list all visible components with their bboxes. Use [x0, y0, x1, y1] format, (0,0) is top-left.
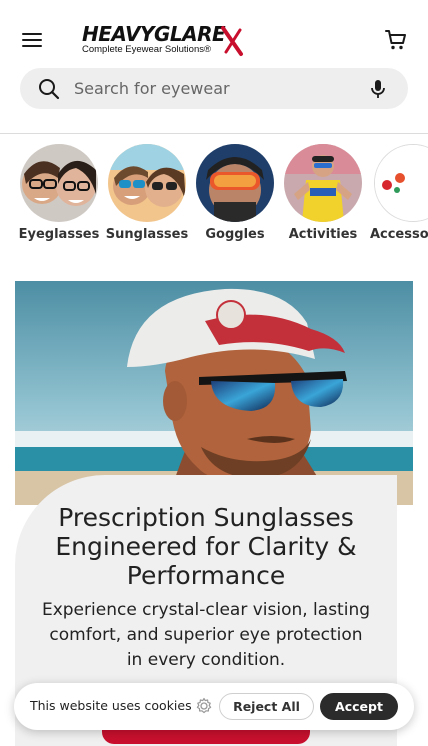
- logo-x-mark-icon: [221, 26, 243, 56]
- header-divider: [0, 133, 428, 134]
- logo-tagline: Complete Eyewear Solutions®: [82, 44, 211, 55]
- reject-all-button[interactable]: Reject All: [219, 693, 314, 720]
- gear-icon[interactable]: [195, 697, 213, 715]
- site-logo[interactable]: HEAVYGLARE Complete Eyewear Solutions®: [80, 22, 244, 62]
- category-accessories[interactable]: Accessories: [369, 143, 428, 243]
- microphone-icon[interactable]: [366, 77, 390, 101]
- sunglasses-thumbnail: [108, 144, 186, 222]
- cookie-message: This website uses cookies: [30, 698, 192, 713]
- category-goggles[interactable]: Goggles: [191, 143, 279, 243]
- search-icon[interactable]: [38, 78, 60, 100]
- category-label: Accessories: [369, 227, 428, 242]
- hero-image: [15, 281, 413, 505]
- activities-thumbnail: [284, 144, 362, 222]
- eyeglasses-thumbnail: [20, 144, 98, 222]
- hamburger-menu-icon[interactable]: [20, 28, 44, 52]
- cookie-consent-bar: This website uses cookies Reject All Acc…: [14, 683, 414, 730]
- accept-button[interactable]: Accept: [320, 693, 398, 720]
- accessories-thumbnail: [374, 144, 428, 222]
- goggles-thumbnail: [196, 144, 274, 222]
- shopping-cart-icon[interactable]: [384, 28, 408, 52]
- category-activities[interactable]: Activities: [279, 143, 367, 243]
- search-bar: [20, 68, 408, 109]
- logo-wordmark: HEAVYGLARE: [82, 22, 226, 46]
- category-carousel[interactable]: Eyeglasses Sunglasses Goggles Activities…: [0, 143, 428, 253]
- hero-title: Prescription Sunglasses Engineered for C…: [55, 503, 357, 590]
- hero-subtitle: Experience crystal-clear vision, lasting…: [41, 600, 371, 670]
- search-input[interactable]: [74, 68, 364, 109]
- category-sunglasses[interactable]: Sunglasses: [103, 143, 191, 243]
- category-eyeglasses[interactable]: Eyeglasses: [15, 143, 103, 243]
